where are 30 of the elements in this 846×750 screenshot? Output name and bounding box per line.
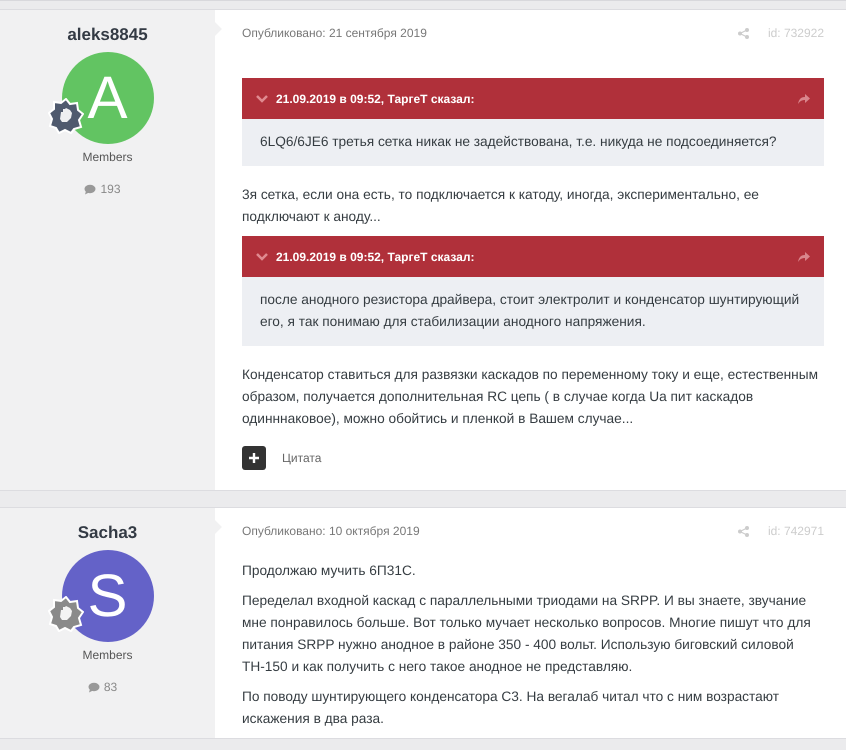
chevron-icon[interactable]: [256, 94, 268, 102]
add-quote-button[interactable]: [242, 446, 266, 470]
post-count: 83: [104, 680, 118, 694]
reply-arrow-icon[interactable]: [798, 94, 810, 104]
user-group: Members: [82, 150, 132, 164]
post-text: Переделал входной каскад с параллельными триодами на SRPP. И вы знаете, звучание мне понравилось больше. Вот только мучает несколько вопросов. Многие пишут что для питания SRPP нужно анодное в районе 350 - 400 вольт. Использую биговский силовой ТН-150 и как получить с него такое анодное не представляю.: [242, 592, 812, 676]
username-link[interactable]: aleks8845: [67, 24, 148, 46]
quote-author: 21.09.2019 в 09:52, ТаргеТ сказал:: [276, 250, 476, 264]
quote-text: 6LQ6/6JE6 третья сетка никак не задействована, т.е. никуда не подсоединяется?: [242, 119, 824, 166]
reply-arrow-icon[interactable]: [798, 252, 810, 262]
share-icon[interactable]: [738, 28, 749, 38]
post-text: Продолжаю мучить 6П31С.: [242, 562, 417, 580]
quote-text: после анодного резистора драйвера, стоит электролит и конденсатор шунтирующий его, я так понимаю для стабилизации анодного напряжения.: [242, 277, 824, 346]
post-date: Опубликовано: 10 октября 2019: [242, 524, 420, 538]
user-group: Members: [82, 648, 132, 662]
quote-author: 21.09.2019 в 09:52, ТаргеТ сказал:: [276, 92, 476, 106]
post-date: Опубликовано: 21 сентября 2019: [242, 26, 427, 40]
plus-icon: [249, 453, 259, 463]
username-link[interactable]: Sacha3: [78, 522, 138, 544]
post-text: 3я сетка, если она есть, то подключается к катоду, иногда, экспериментально, ее подключают к аноду...: [242, 186, 760, 226]
post-count: 193: [100, 182, 121, 196]
comment-icon: [84, 184, 96, 194]
chevron-icon[interactable]: [256, 252, 268, 260]
post-text: По поводу шунтирующего конденсатора С3. На вегалаб читал что с ним возрастают искажения в два раза.: [242, 688, 780, 728]
share-icon[interactable]: [738, 526, 749, 536]
post-text: Конденсатор ставиться для развязки каскадов по переменному току и еще, естественным образом, получается дополнительная RC цепь ( в случае когда Ua пит каскадов одинннаковое), можно обойтись и пленкой в Вашем случае...: [242, 366, 819, 428]
avatar: A: [62, 52, 154, 144]
quote-link[interactable]: Цитата: [282, 451, 322, 465]
avatar: S: [62, 550, 154, 642]
comment-icon: [88, 682, 100, 692]
